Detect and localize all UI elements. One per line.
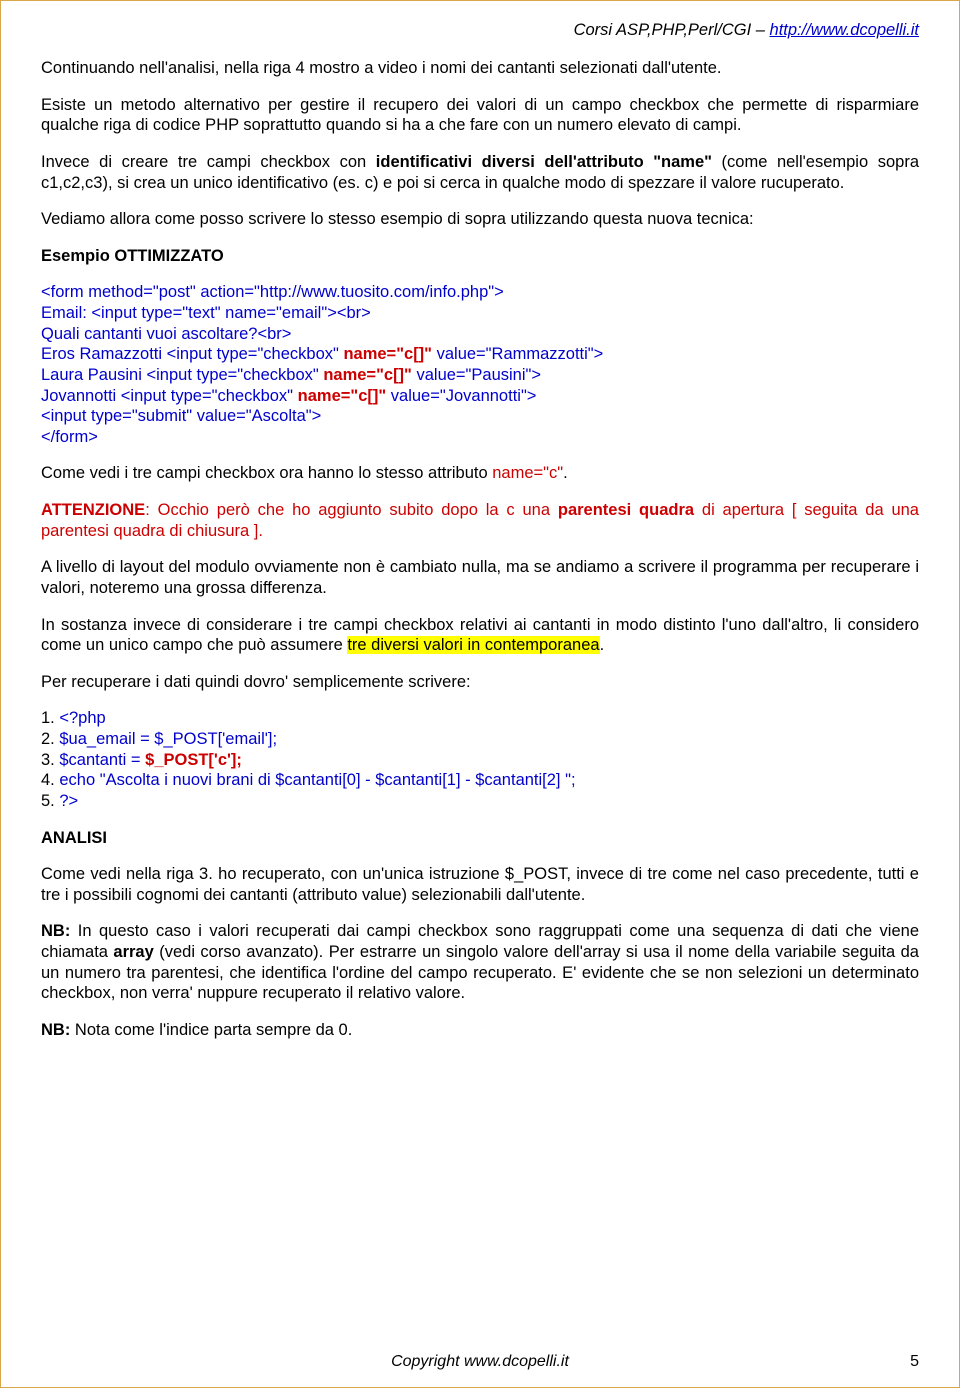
paragraph-1: Continuando nell'analisi, nella riga 4 m… bbox=[41, 58, 919, 79]
paragraph-4: Vediamo allora come posso scrivere lo st… bbox=[41, 209, 919, 230]
p6-part-c: parentesi quadra bbox=[558, 501, 694, 519]
code-line-4a: Eros Ramazzotti <input type="checkbox" bbox=[41, 345, 343, 363]
paragraph-7: A livello di layout del modulo ovviament… bbox=[41, 557, 919, 598]
page: Corsi ASP,PHP,Perl/CGI – http://www.dcop… bbox=[0, 0, 960, 1388]
p11-part-d: (vedi corso avanzato). Per estrarre un s… bbox=[41, 943, 919, 1002]
paragraph-2: Esiste un metodo alternativo per gestire… bbox=[41, 95, 919, 136]
snippet-block: 1. <?php 2. $ua_email = $_POST['email'];… bbox=[41, 708, 919, 811]
code-line-7: <input type="submit" value="Ascolta"> bbox=[41, 407, 321, 425]
s3b: $cantanti = bbox=[59, 751, 145, 769]
s1a: 1. bbox=[41, 709, 59, 727]
p5-part-b: name="c" bbox=[492, 464, 563, 482]
p5-part-a: Come vedi i tre campi checkbox ora hanno… bbox=[41, 464, 492, 482]
code-line-6c: value="Jovannotti"> bbox=[386, 387, 536, 405]
paragraph-3: Invece di creare tre campi checkbox con … bbox=[41, 152, 919, 193]
page-header: Corsi ASP,PHP,Perl/CGI – http://www.dcop… bbox=[41, 21, 919, 40]
header-link[interactable]: http://www.dcopelli.it bbox=[770, 21, 919, 39]
code-line-2: Email: <input type="text" name="email"><… bbox=[41, 304, 371, 322]
s1b: <?php bbox=[59, 709, 105, 727]
s4a: 4. bbox=[41, 771, 59, 789]
p3-part-b: identificativi diversi dell'attributo "n… bbox=[376, 153, 712, 171]
paragraph-attenzione: ATTENZIONE: Occhio però che ho aggiunto … bbox=[41, 500, 919, 541]
code-line-6a: Jovannotti <input type="checkbox" bbox=[41, 387, 298, 405]
code-line-4b: name="c[]" bbox=[343, 345, 432, 363]
paragraph-8: In sostanza invece di considerare i tre … bbox=[41, 615, 919, 656]
footer-text: Copyright www.dcopelli.it bbox=[391, 1353, 569, 1371]
p12-part-a: NB: bbox=[41, 1021, 70, 1039]
code-line-6b: name="c[]" bbox=[298, 387, 387, 405]
code-line-5b: name="c[]" bbox=[323, 366, 412, 384]
p8-part-c: . bbox=[600, 636, 605, 654]
s3c: $_POST['c']; bbox=[145, 751, 242, 769]
code-line-3: Quali cantanti vuoi ascoltare?<br> bbox=[41, 325, 291, 343]
header-prefix: Corsi ASP,PHP,Perl/CGI – bbox=[574, 21, 770, 39]
p5-part-c: . bbox=[563, 464, 568, 482]
s4b: echo "Ascolta i nuovi brani di $cantanti… bbox=[59, 771, 575, 789]
paragraph-11: NB: In questo caso i valori recuperati d… bbox=[41, 921, 919, 1004]
p6-part-b: : Occhio però che ho aggiunto subito dop… bbox=[145, 501, 558, 519]
paragraph-10: Come vedi nella riga 3. ho recuperato, c… bbox=[41, 864, 919, 905]
code-line-5a: Laura Pausini <input type="checkbox" bbox=[41, 366, 323, 384]
code-block: <form method="post" action="http://www.t… bbox=[41, 282, 919, 447]
paragraph-5: Come vedi i tre campi checkbox ora hanno… bbox=[41, 463, 919, 484]
s5a: 5. bbox=[41, 792, 59, 810]
p11-part-c: array bbox=[113, 943, 153, 961]
s5b: ?> bbox=[59, 792, 78, 810]
heading-analisi: ANALISI bbox=[41, 828, 919, 849]
p12-part-b: Nota come l'indice parta sempre da 0. bbox=[70, 1021, 352, 1039]
p3-part-a: Invece di creare tre campi checkbox con bbox=[41, 153, 376, 171]
code-line-1: <form method="post" action="http://www.t… bbox=[41, 283, 504, 301]
page-number: 5 bbox=[910, 1353, 919, 1371]
p11-part-a: NB: bbox=[41, 922, 70, 940]
p6-part-a: ATTENZIONE bbox=[41, 501, 145, 519]
code-line-8: </form> bbox=[41, 428, 98, 446]
s2b: $ua_email = $_POST['email']; bbox=[59, 730, 277, 748]
s2a: 2. bbox=[41, 730, 59, 748]
paragraph-9: Per recuperare i dati quindi dovro' semp… bbox=[41, 672, 919, 693]
page-footer: Copyright www.dcopelli.it 5 bbox=[41, 1353, 919, 1371]
code-line-5c: value="Pausini"> bbox=[412, 366, 541, 384]
code-line-4c: value="Rammazzotti"> bbox=[432, 345, 603, 363]
p8-part-b: tre diversi valori in contemporanea bbox=[347, 636, 599, 654]
paragraph-12: NB: Nota come l'indice parta sempre da 0… bbox=[41, 1020, 919, 1041]
heading-esempio: Esempio OTTIMIZZATO bbox=[41, 246, 919, 267]
s3a: 3. bbox=[41, 751, 59, 769]
